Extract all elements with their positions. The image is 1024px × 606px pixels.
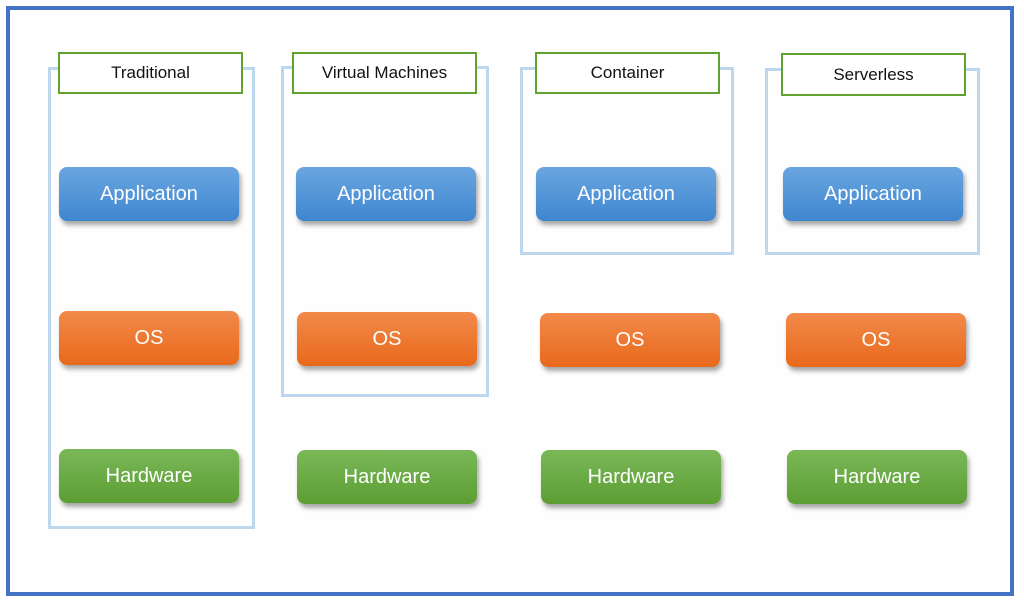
container-hardware-block: Hardware bbox=[541, 450, 721, 504]
traditional-application-block: Application bbox=[59, 167, 239, 221]
vm-application-block: Application bbox=[296, 167, 476, 221]
traditional-label: Traditional bbox=[58, 52, 243, 94]
serverless-application-block: Application bbox=[783, 167, 963, 221]
container-label: Container bbox=[535, 52, 720, 94]
vm-os-block: OS bbox=[297, 312, 477, 366]
container-os-block: OS bbox=[540, 313, 720, 367]
serverless-label: Serverless bbox=[781, 53, 966, 96]
serverless-hardware-block: Hardware bbox=[787, 450, 967, 504]
serverless-group bbox=[765, 68, 980, 255]
container-group bbox=[520, 67, 734, 255]
traditional-hardware-block: Hardware bbox=[59, 449, 239, 503]
traditional-os-block: OS bbox=[59, 311, 239, 365]
vm-hardware-block: Hardware bbox=[297, 450, 477, 504]
serverless-os-block: OS bbox=[786, 313, 966, 367]
virtual-machines-label: Virtual Machines bbox=[292, 52, 477, 94]
container-application-block: Application bbox=[536, 167, 716, 221]
